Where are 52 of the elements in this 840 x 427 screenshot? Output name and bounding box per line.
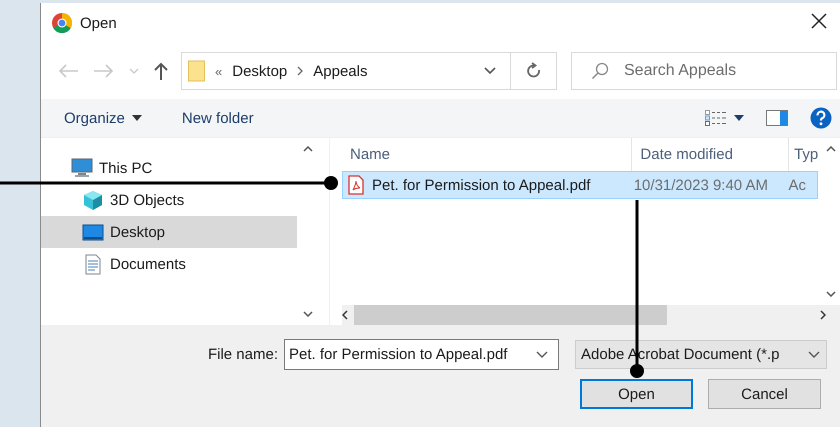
chevron-right-icon bbox=[297, 66, 304, 76]
forward-arrow-icon bbox=[93, 63, 115, 79]
file-name: Pet. for Permission to Appeal.pdf bbox=[372, 176, 590, 194]
column-header[interactable]: Name bbox=[342, 138, 632, 171]
scroll-down-icon bbox=[826, 291, 836, 297]
tree-item[interactable]: Desktop bbox=[41, 216, 297, 248]
file-row[interactable]: Pet. for Permission to Appeal.pdf 10/31/2023 9:40 AM Ac bbox=[342, 171, 818, 199]
scroll-up-icon bbox=[826, 146, 836, 152]
help-icon[interactable] bbox=[810, 107, 832, 129]
search-icon bbox=[591, 62, 609, 80]
back-arrow-icon bbox=[57, 63, 79, 79]
folder-icon bbox=[188, 60, 205, 82]
scroll-thumb[interactable] bbox=[354, 305, 667, 325]
caret-icon bbox=[734, 115, 744, 121]
scroll-left-icon bbox=[342, 310, 348, 320]
tree-item[interactable]: Documents bbox=[41, 248, 297, 280]
table-cell-text: Ac bbox=[787, 176, 807, 194]
chevron-down-icon[interactable] bbox=[484, 67, 496, 75]
horizontal-scrollbar[interactable] bbox=[342, 305, 840, 325]
cube-icon bbox=[82, 190, 104, 210]
file-name-field[interactable]: Pet. for Permission to Appeal.pdf bbox=[284, 339, 559, 370]
dialog-button[interactable]: Open bbox=[580, 379, 693, 409]
refresh-icon[interactable] bbox=[526, 62, 542, 80]
tree-item[interactable]: This PC bbox=[41, 152, 297, 184]
chevron-down-icon bbox=[536, 350, 548, 358]
scroll-down-icon bbox=[303, 311, 313, 317]
scroll-up-icon bbox=[303, 146, 313, 152]
table-cell-text: 10/31/2023 9:40 AM bbox=[632, 176, 769, 194]
pdf-file-icon bbox=[348, 175, 364, 195]
dialog-button[interactable]: Cancel bbox=[708, 379, 821, 409]
view-options-button[interactable] bbox=[705, 110, 744, 126]
toolbar-button[interactable]: New folder bbox=[182, 110, 254, 126]
search-field[interactable]: Search Appeals bbox=[571, 52, 837, 90]
scroll-right-icon bbox=[820, 310, 826, 320]
breadcrumb-item[interactable]: Appeals bbox=[313, 62, 368, 80]
field-label: File name: bbox=[206, 346, 279, 363]
overflow-chevrons[interactable]: « bbox=[215, 64, 222, 78]
preview-pane-icon[interactable] bbox=[766, 110, 788, 126]
chevron-down-icon bbox=[129, 67, 139, 75]
window-title: Open bbox=[80, 14, 118, 32]
address-bar[interactable]: « Desktop Appeals bbox=[181, 52, 557, 90]
organize-menu[interactable]: Organize bbox=[64, 110, 142, 126]
tree-item[interactable]: 3D Objects bbox=[41, 184, 297, 216]
caret-icon bbox=[132, 115, 142, 121]
close-icon[interactable] bbox=[810, 12, 828, 30]
monitor-icon bbox=[82, 222, 104, 242]
computer-icon bbox=[71, 158, 93, 178]
chevron-down-icon bbox=[808, 350, 820, 358]
browser-logo-icon bbox=[52, 13, 72, 33]
breadcrumb-item[interactable]: Desktop bbox=[232, 62, 288, 80]
up-arrow-icon bbox=[153, 61, 169, 81]
view-list-icon bbox=[705, 110, 727, 126]
